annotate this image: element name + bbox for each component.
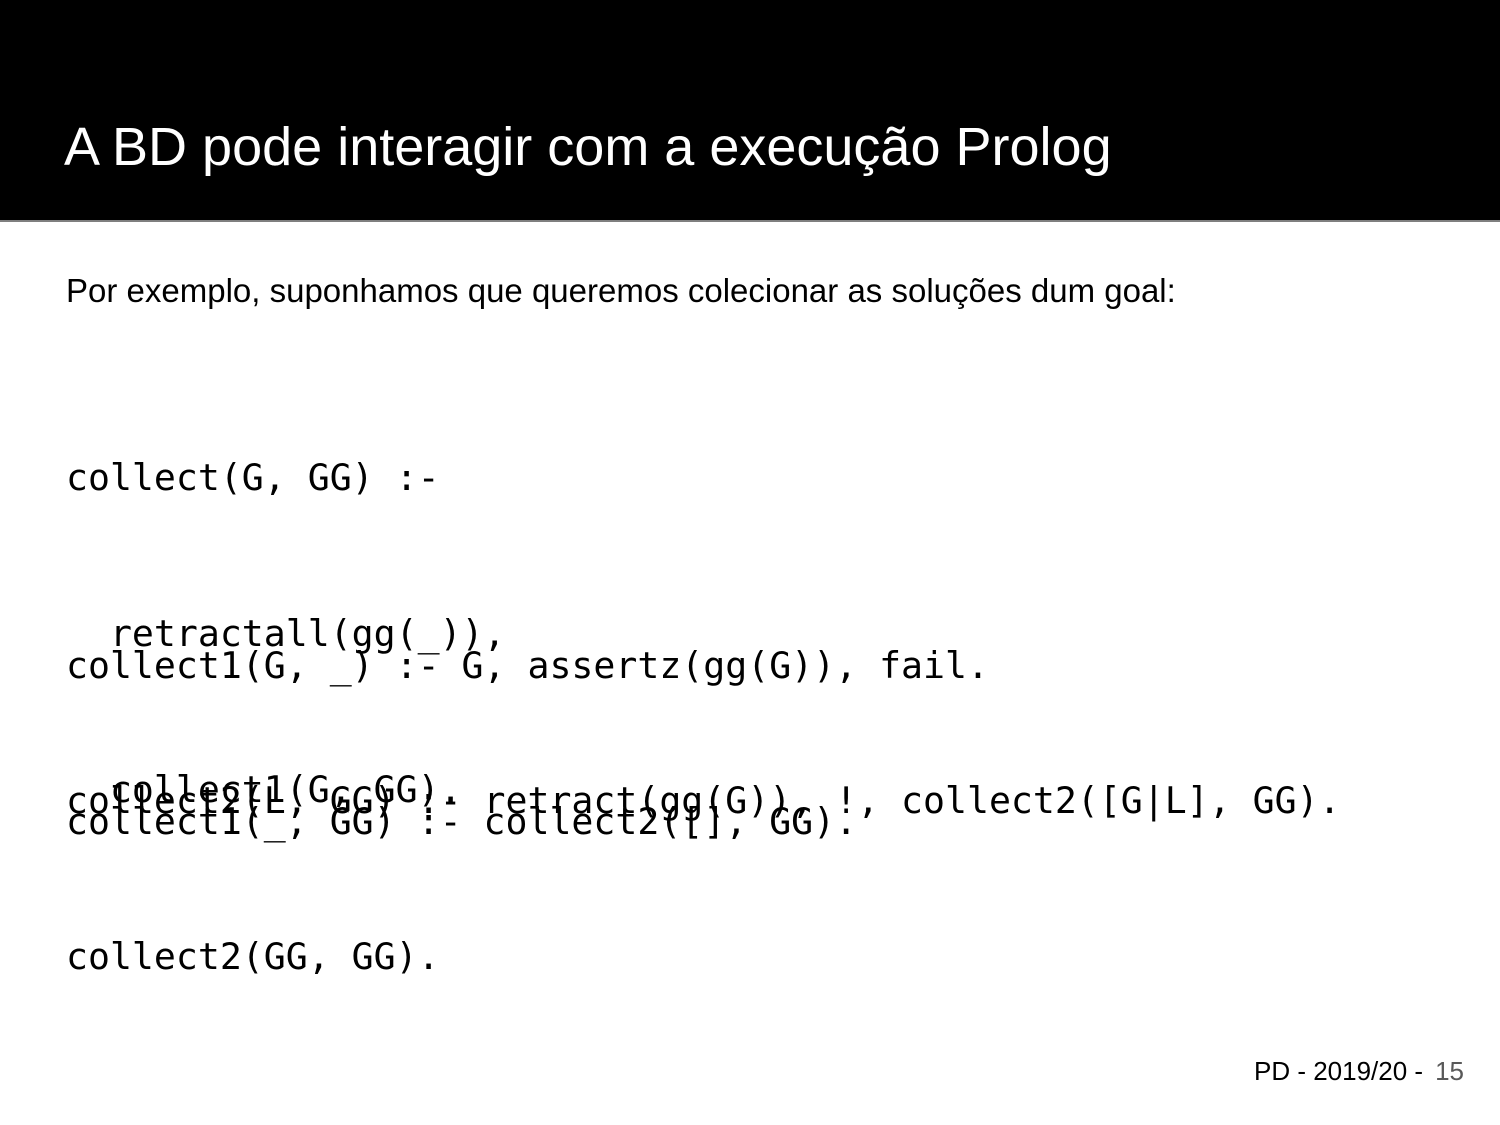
intro-text: Por exemplo, suponhamos que queremos col… [66, 272, 1176, 309]
code-line: collect(G, GG) :- [66, 456, 440, 499]
footer-label: PD - 2019/20 - [1253, 1056, 1424, 1086]
code-line: collect2(L, GG) :- retract(gg(G)), !, co… [66, 779, 1341, 822]
slide-footer: PD - 2019/20 - 15 [1254, 1054, 1464, 1088]
code-block-collect2: collect2(L, GG) :- retract(gg(G)), !, co… [66, 671, 1341, 1035]
page-number: 15 [1435, 1056, 1464, 1086]
header-bar: A BD pode interagir com a execução Prolo… [0, 0, 1500, 222]
code-line: collect2(GG, GG). [66, 935, 440, 978]
slide-title: A BD pode interagir com a execução Prolo… [64, 117, 1112, 177]
